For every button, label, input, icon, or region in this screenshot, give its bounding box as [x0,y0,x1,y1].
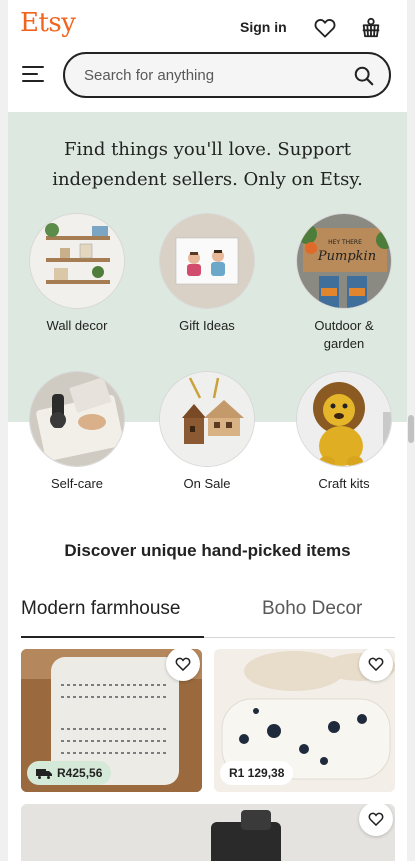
category-image [29,371,125,467]
category-outdoor-garden[interactable]: HEY THERE Pumpkin Outdoor & garden [284,213,404,353]
category-image: HEY THERE Pumpkin [296,213,392,309]
header: Etsy Sign in Search for anything [8,0,407,112]
tagline-line-1: Find things you'll love. Support [63,139,352,160]
category-label: Wall decor [46,318,108,333]
price-badge: R425,56 [27,761,112,785]
svg-text:HEY THERE: HEY THERE [328,239,362,246]
listing-card[interactable] [21,804,395,861]
category-image [29,213,125,309]
sign-in-link[interactable]: Sign in [240,19,287,35]
category-label: On Sale [183,476,231,491]
category-gift-ideas[interactable]: Gift Ideas [147,213,267,335]
category-image [159,213,255,309]
category-label: Self-care [50,476,104,491]
category-on-sale[interactable]: On Sale [147,371,267,493]
category-image [296,371,392,467]
discover-tabs: Modern farmhouse Boho Decor [21,594,395,638]
favorites-button[interactable] [311,14,339,42]
tab-boho-decor[interactable]: Boho Decor [262,598,362,620]
scrollbar[interactable] [407,0,415,861]
etsy-logo[interactable]: Etsy [20,8,76,38]
category-label-line-1: Outdoor & [314,318,374,333]
page: Etsy Sign in Search for anything Find th… [8,0,407,861]
heart-icon [314,19,336,38]
scrollbar-thumb[interactable] [408,415,414,443]
category-label-line-2: garden [323,336,365,351]
category-label: Outdoor & garden [284,317,404,353]
svg-text:Pumpkin: Pumpkin [317,249,376,264]
category-label: Craft kits [318,476,370,491]
search-bar[interactable]: Search for anything [63,52,391,98]
search-input[interactable]: Search for anything [84,67,214,84]
category-wall-decor[interactable]: Wall decor [17,213,137,335]
category-label: Gift Ideas [179,318,235,333]
discover-heading: Discover unique hand-picked items [64,541,351,560]
heart-icon [368,657,384,671]
heart-icon [175,657,191,671]
cart-button[interactable] [357,14,385,42]
tagline-line-2: independent sellers. Only on Etsy. [52,169,363,190]
category-craft-kits[interactable]: Craft kits [284,371,404,493]
price-value: R1 129,38 [229,766,285,780]
hamburger-menu-icon[interactable] [22,66,44,84]
tab-modern-farmhouse[interactable]: Modern farmhouse [21,598,180,620]
shopping-basket-icon [362,17,380,38]
listing-card[interactable]: R425,56 [21,649,202,792]
active-tab-indicator [21,636,204,638]
category-image [159,371,255,467]
listing-card[interactable]: R1 129,38 [214,649,395,792]
price-value: R425,56 [57,766,103,780]
category-self-care[interactable]: Self-care [17,371,137,493]
truck-icon [36,768,52,779]
left-gutter [0,0,8,861]
listing-image [21,804,395,861]
heart-icon [368,812,384,826]
hero-tagline: Find things you'll love. Support indepen… [8,135,407,195]
price-badge: R1 129,38 [220,761,294,785]
search-icon[interactable] [353,65,375,87]
